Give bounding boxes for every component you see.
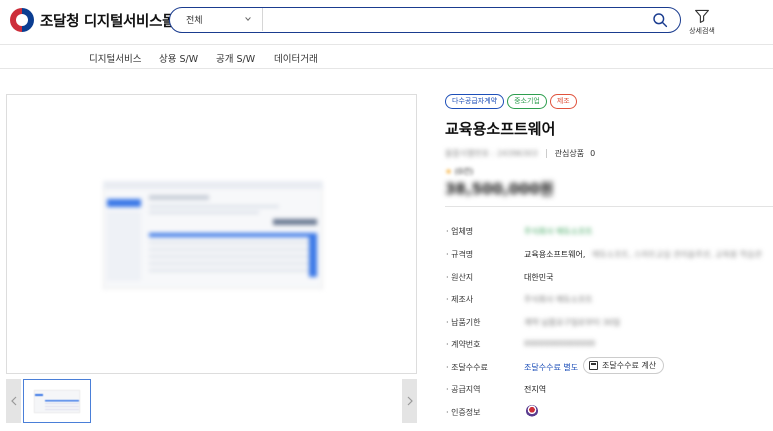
- fee-calculator-button[interactable]: 조달수수료 계산: [583, 357, 665, 374]
- spec-row-standard: · 규격명 교육용소프트웨어, 에듀소프트, 스마트교실 관리솔루션, 교육용 …: [446, 247, 773, 263]
- tag-small-business: 중소기업: [507, 94, 547, 109]
- thumbnail-item[interactable]: [23, 379, 91, 423]
- section-divider: [445, 206, 773, 207]
- meta-divider: [545, 149, 547, 158]
- search-category-value: 전체: [186, 16, 203, 26]
- detail-search-label: 상세검색: [689, 27, 715, 35]
- main-nav: 디지털서비스 상용 S/W 공개 S/W 데이터거래: [0, 44, 773, 69]
- spec-row-contract-number: · 계약번호 00000000000000: [446, 337, 773, 353]
- search-input[interactable]: [266, 11, 646, 28]
- calculator-icon: [589, 361, 598, 370]
- product-code: 물품식별번호 : 24396303: [445, 149, 538, 158]
- thumbnail-next-button[interactable]: [402, 379, 417, 423]
- spec-label: · 원산지: [446, 273, 474, 282]
- spec-value: 00000000000000: [524, 339, 596, 348]
- spec-label: · 공급지역: [446, 385, 481, 394]
- nav-item-commercial-sw[interactable]: 상용 S/W: [159, 51, 198, 65]
- thumbnail-image: [34, 390, 80, 413]
- spec-label: · 업체명: [446, 227, 474, 236]
- search-bar: 전체: [169, 7, 681, 33]
- spec-row-certification: · 인증정보: [446, 405, 773, 421]
- spec-value: 전지역: [524, 385, 547, 394]
- spec-row-manufacturer: · 제조사 주식회사 에듀소프트: [446, 292, 773, 308]
- spec-row-delivery: · 납품기한 계약 납품요구일로부터 30일: [446, 315, 773, 331]
- search-icon[interactable]: [652, 12, 668, 28]
- filter-icon: [695, 9, 709, 23]
- product-rating: ★ (0건): [445, 166, 473, 177]
- spec-label: · 제조사: [446, 295, 474, 304]
- thumbnail-strip: [6, 379, 417, 423]
- product-title: 교육용소프트웨어: [445, 120, 556, 138]
- spec-label: · 납품기한: [446, 318, 481, 327]
- spec-row-fee: · 조달수수료 조달수수료 별도 조달수수료 계산: [446, 357, 773, 376]
- detail-search-button[interactable]: 상세검색: [686, 8, 718, 36]
- spec-row-company: · 업체명 주식회사 에듀소프트: [446, 224, 773, 240]
- chevron-right-icon: [407, 396, 413, 406]
- spec-value: 대한민국: [524, 273, 554, 282]
- site-title: 조달청 디지털서비스몰: [40, 13, 176, 30]
- site-header: 조달청 디지털서비스몰 전체 상세검색: [0, 0, 773, 44]
- nav-item-open-sw[interactable]: 공개 S/W: [216, 51, 255, 65]
- interest-label: 관심상품: [554, 149, 585, 158]
- fee-calculator-label: 조달수수료 계산: [602, 361, 657, 370]
- certification-badge-icon[interactable]: [526, 405, 538, 417]
- interest-count: 0: [590, 149, 596, 158]
- star-icon: ★: [445, 167, 453, 176]
- spec-label: · 계약번호: [446, 340, 481, 349]
- standard-detail: 에듀소프트, 스마트교실 관리솔루션, 교육용 학습관리 프로그램, 온라인 .…: [591, 250, 762, 259]
- search-category-select[interactable]: 전체: [170, 8, 263, 31]
- spec-row-origin: · 원산지 대한민국: [446, 270, 773, 286]
- product-meta: 물품식별번호 : 24396303 관심상품 0: [445, 148, 595, 159]
- taegeuk-logo-icon: [10, 8, 34, 32]
- tag-multiple-supplier: 다수공급자계약: [445, 94, 505, 109]
- spec-value: 계약 납품요구일로부터 30일: [524, 318, 621, 327]
- nav-item-digital-service[interactable]: 디지털서비스: [89, 51, 141, 65]
- product-screenshot-image: [103, 181, 323, 289]
- spec-value: 주식회사 에듀소프트: [524, 295, 593, 304]
- standard-name: 교육용소프트웨어,: [524, 250, 586, 259]
- chevron-down-icon: [245, 17, 251, 21]
- spec-label: · 조달수수료: [446, 363, 488, 372]
- spec-value: 교육용소프트웨어, 에듀소프트, 스마트교실 관리솔루션, 교육용 학습관리 프…: [524, 249, 762, 260]
- product-main-image[interactable]: [6, 94, 417, 374]
- product-tags: 다수공급자계약 중소기업 제조: [445, 94, 577, 109]
- spec-row-supply-region: · 공급지역 전지역: [446, 382, 773, 398]
- company-link[interactable]: 주식회사 에듀소프트: [524, 226, 593, 237]
- chevron-left-icon: [10, 396, 16, 406]
- site-logo[interactable]: 조달청 디지털서비스몰: [10, 8, 175, 32]
- rating-text: (0건): [454, 167, 474, 176]
- product-price: 38,500,000원: [445, 180, 554, 198]
- nav-item-data-trade[interactable]: 데이터거래: [274, 51, 318, 65]
- spec-label: · 규격명: [446, 250, 474, 259]
- tag-manufacture: 제조: [549, 94, 577, 109]
- fee-link[interactable]: 조달수수료 별도: [524, 362, 578, 373]
- thumbnail-prev-button[interactable]: [6, 379, 21, 423]
- spec-label: · 인증정보: [446, 408, 481, 417]
